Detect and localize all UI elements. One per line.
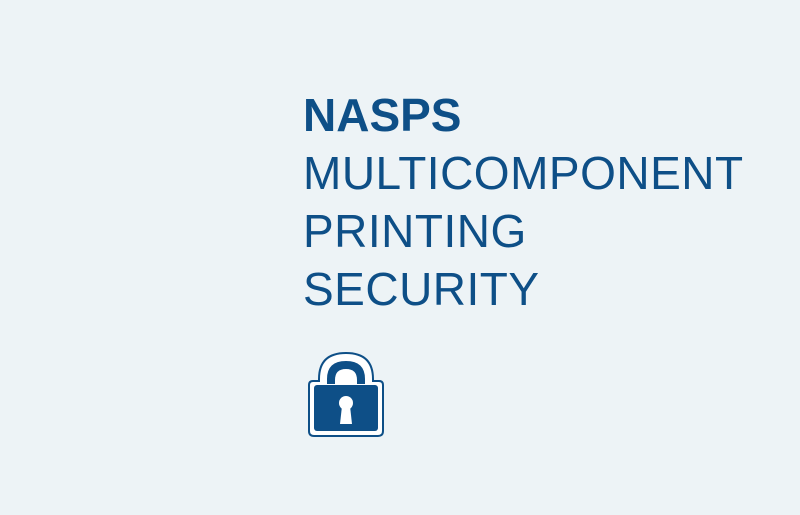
- padlock-icon: [308, 351, 384, 437]
- brand-title: NASPS: [303, 89, 462, 141]
- title-line-3: SECURITY: [303, 263, 540, 315]
- title-block: NASPS MULTICOMPONENT PRINTING SECURITY: [303, 86, 793, 318]
- page-canvas: NASPS MULTICOMPONENT PRINTING SECURITY: [0, 0, 800, 515]
- title-line-1: MULTICOMPONENT: [303, 147, 744, 199]
- title-line-2: PRINTING: [303, 205, 527, 257]
